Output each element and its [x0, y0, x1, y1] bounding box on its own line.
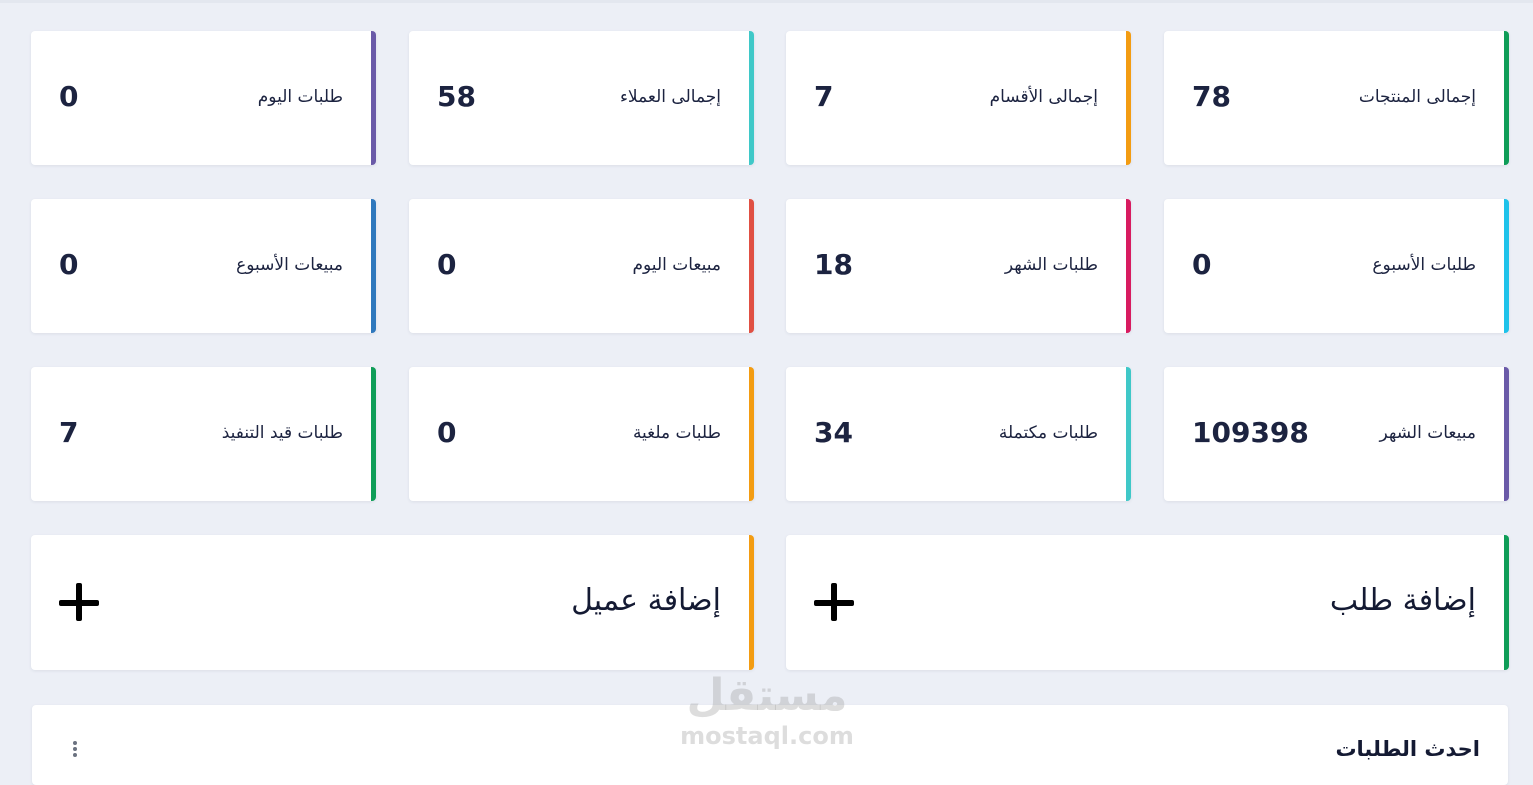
stat-card-total-products[interactable]: إجمالى المنتجات 78 [1164, 31, 1509, 165]
stat-value: 78 [1192, 80, 1231, 113]
plus-icon[interactable] [812, 581, 856, 625]
stat-value: 0 [59, 80, 79, 113]
stat-value: 0 [437, 416, 457, 449]
stat-label: إجمالى العملاء [619, 87, 721, 107]
add-customer-button[interactable]: إضافة عميل [31, 535, 754, 670]
stat-card-total-categories[interactable]: إجمالى الأقسام 7 [786, 31, 1131, 165]
stat-label: طلبات مكتملة [998, 423, 1098, 443]
stat-label: طلبات اليوم [257, 87, 343, 107]
stat-card-sales-today[interactable]: مبيعات اليوم 0 [409, 199, 754, 333]
stat-label: مبيعات الأسبوع [236, 255, 343, 275]
stat-label: طلبات الشهر [1004, 255, 1098, 275]
kebab-icon[interactable] [70, 741, 80, 763]
stat-value: 0 [437, 248, 457, 281]
stat-card-orders-cancelled[interactable]: طلبات ملغية 0 [409, 367, 754, 501]
stat-card-orders-completed[interactable]: طلبات مكتملة 34 [786, 367, 1131, 501]
add-order-label: إضافة طلب [1329, 583, 1476, 618]
stat-value: 58 [437, 80, 476, 113]
stat-label: مبيعات اليوم [632, 255, 722, 275]
stat-label: طلبات قيد التنفيذ [221, 423, 343, 443]
stat-value: 18 [814, 248, 853, 281]
stat-label: طلبات الأسبوع [1372, 255, 1476, 275]
stat-card-orders-today[interactable]: طلبات اليوم 0 [31, 31, 376, 165]
stat-label: إجمالى الأقسام [989, 87, 1098, 107]
add-customer-label: إضافة عميل [571, 583, 721, 618]
stat-value: 34 [814, 416, 853, 449]
stat-card-orders-week[interactable]: طلبات الأسبوع 0 [1164, 199, 1509, 333]
stat-value: 7 [814, 80, 834, 113]
stat-card-sales-week[interactable]: مبيعات الأسبوع 0 [31, 199, 376, 333]
stat-card-total-customers[interactable]: إجمالى العملاء 58 [409, 31, 754, 165]
stat-label: إجمالى المنتجات [1358, 87, 1476, 107]
stat-card-orders-month[interactable]: طلبات الشهر 18 [786, 199, 1131, 333]
dashboard-grid: إجمالى المنتجات 78 إجمالى الأقسام 7 إجما… [0, 0, 1533, 785]
stat-value: 0 [59, 248, 79, 281]
stat-value: 7 [59, 416, 79, 449]
add-order-button[interactable]: إضافة طلب [786, 535, 1509, 670]
stat-card-sales-month[interactable]: مبيعات الشهر 109398 [1164, 367, 1509, 501]
plus-icon[interactable] [57, 581, 101, 625]
stat-label: مبيعات الشهر [1379, 423, 1476, 443]
recent-orders-panel: احدث الطلبات [32, 705, 1508, 785]
recent-orders-title: احدث الطلبات [1335, 737, 1480, 761]
stat-card-orders-in-progress[interactable]: طلبات قيد التنفيذ 7 [31, 367, 376, 501]
stat-value: 0 [1192, 248, 1212, 281]
stat-label: طلبات ملغية [632, 423, 721, 443]
stat-value: 109398 [1192, 416, 1309, 449]
